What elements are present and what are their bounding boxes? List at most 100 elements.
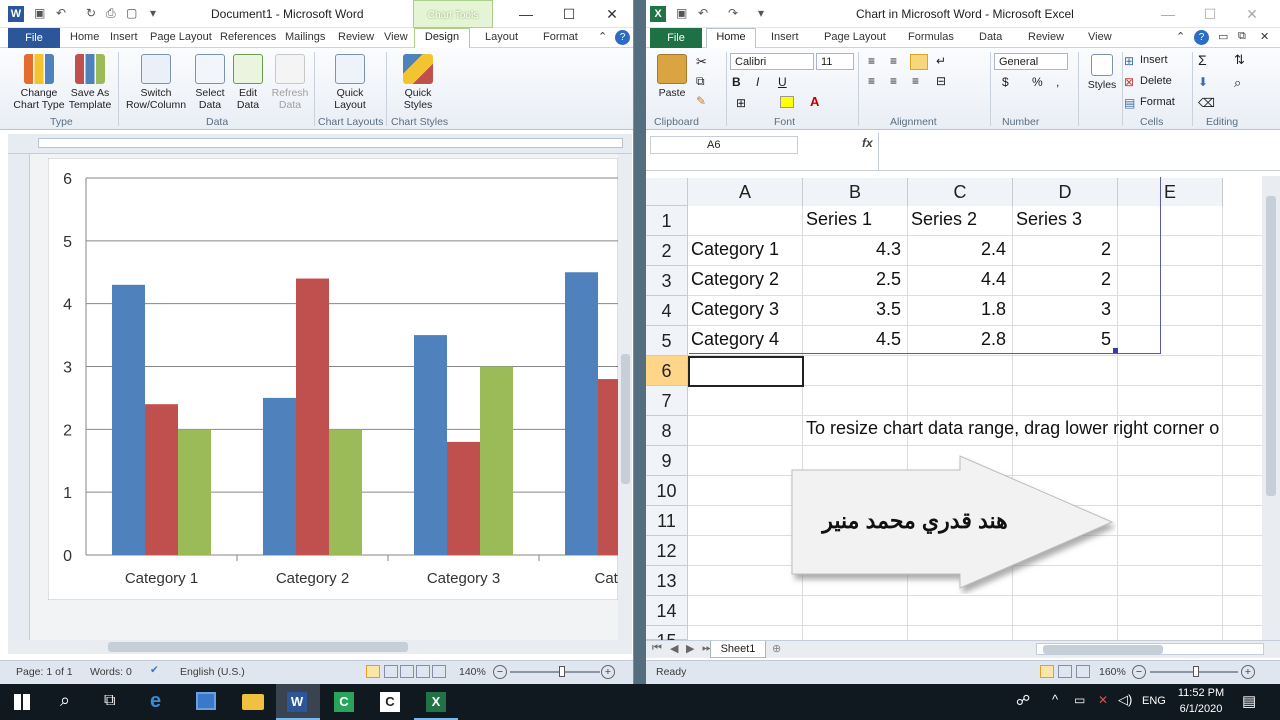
- cut-icon[interactable]: ✂: [696, 54, 707, 70]
- value-cell[interactable]: 4.4: [911, 269, 1006, 290]
- zoom-level[interactable]: 160%: [1099, 666, 1126, 678]
- tab-references[interactable]: References: [220, 31, 276, 43]
- horizontal-ruler[interactable]: [8, 134, 632, 154]
- row-header-14[interactable]: 14: [646, 596, 688, 626]
- language-indicator[interactable]: English (U.S.): [180, 666, 245, 678]
- insert-cells-button[interactable]: Insert: [1140, 54, 1168, 66]
- ribbon-collapse-icon[interactable]: ⌃: [598, 30, 607, 43]
- ribbon-collapse-icon[interactable]: ⌃: [1176, 30, 1185, 43]
- column-header-C[interactable]: C: [908, 178, 1013, 206]
- sort-filter-icon[interactable]: ⇅: [1234, 52, 1245, 68]
- switch-row-column-button[interactable]: Switch Row/Column: [122, 54, 190, 111]
- value-cell[interactable]: 4.5: [806, 329, 901, 350]
- vertical-scrollbar[interactable]: [618, 154, 632, 640]
- header-cell[interactable]: Series 2: [911, 209, 1008, 230]
- quick-layout-button[interactable]: Quick Layout: [324, 54, 376, 111]
- word-count[interactable]: Words: 0: [90, 666, 132, 678]
- recorder-icon[interactable]: C: [380, 692, 400, 712]
- scrollbar-thumb[interactable]: [1266, 196, 1276, 496]
- zoom-slider-thumb[interactable]: [1192, 666, 1199, 677]
- workbook-restore-icon[interactable]: ⧉: [1238, 30, 1246, 43]
- notifications-icon[interactable]: ▤: [1242, 692, 1256, 710]
- page-layout-view-icon[interactable]: [1058, 665, 1072, 678]
- row-header-2[interactable]: 2: [646, 236, 688, 266]
- excel-taskbar-button[interactable]: X: [414, 684, 458, 720]
- workbook-close-icon[interactable]: ✕: [1260, 30, 1269, 43]
- font-name-select[interactable]: Calibri: [730, 53, 814, 70]
- maximize-button[interactable]: ☐: [555, 3, 583, 25]
- range-resize-handle[interactable]: [1113, 348, 1118, 353]
- row-header-4[interactable]: 4: [646, 296, 688, 326]
- tab-page-layout[interactable]: Page Layout: [150, 31, 212, 43]
- row-header-15[interactable]: 15: [646, 626, 688, 651]
- row-header-6[interactable]: 6: [646, 356, 688, 386]
- edit-data-button[interactable]: Edit Data: [230, 54, 266, 111]
- print-layout-view-icon[interactable]: [366, 665, 380, 678]
- print-preview-icon[interactable]: ⎙: [106, 6, 116, 21]
- bold-button[interactable]: B: [732, 75, 741, 89]
- close-button[interactable]: ✕: [598, 3, 626, 25]
- file-tab[interactable]: File: [8, 28, 60, 48]
- network-icon[interactable]: ✕: [1098, 693, 1108, 707]
- value-cell[interactable]: 2.5: [806, 269, 901, 290]
- file-explorer-icon[interactable]: [242, 694, 264, 710]
- tab-view[interactable]: View: [384, 31, 408, 43]
- draft-view-icon[interactable]: [432, 665, 446, 678]
- tab-view[interactable]: View: [1088, 31, 1112, 43]
- file-tab[interactable]: File: [650, 28, 702, 48]
- value-cell[interactable]: 1.8: [911, 299, 1006, 320]
- borders-icon[interactable]: ⊞: [736, 96, 746, 110]
- save-as-template-button[interactable]: Save As Template: [66, 54, 114, 111]
- value-cell[interactable]: 2: [1016, 239, 1111, 260]
- zoom-level[interactable]: 140%: [459, 666, 486, 678]
- show-hidden-icons[interactable]: ^: [1052, 692, 1058, 707]
- sheet-nav-prev-icon[interactable]: ◀: [670, 642, 678, 655]
- row-header-10[interactable]: 10: [646, 476, 688, 506]
- customize-qat-icon[interactable]: ▾: [758, 6, 764, 20]
- task-view-icon[interactable]: ⧉: [104, 692, 115, 710]
- column-header-E[interactable]: E: [1118, 178, 1223, 206]
- volume-icon[interactable]: ◁): [1118, 692, 1132, 708]
- redo-icon[interactable]: ↷: [728, 6, 738, 20]
- horizontal-scrollbar[interactable]: [1036, 643, 1264, 655]
- tab-format[interactable]: Format: [543, 31, 578, 43]
- new-document-icon[interactable]: ▢: [126, 6, 137, 20]
- row-header-8[interactable]: 8: [646, 416, 688, 446]
- header-cell[interactable]: Series 3: [1016, 209, 1113, 230]
- align-center-icon[interactable]: ≡: [890, 74, 897, 88]
- format-cells-button[interactable]: Format: [1140, 96, 1175, 108]
- zoom-in-icon[interactable]: +: [601, 665, 615, 679]
- styles-button[interactable]: Styles: [1084, 54, 1120, 91]
- format-painter-icon[interactable]: ✎: [696, 94, 706, 108]
- find-select-icon[interactable]: ⌕: [1234, 75, 1241, 91]
- row-header-12[interactable]: 12: [646, 536, 688, 566]
- column-chart[interactable]: 0 1 2 3 4 5 6 Category 1 Category 2 Category 3 Cat…: [48, 158, 618, 600]
- percent-button[interactable]: %: [1032, 75, 1043, 89]
- wrap-text-icon[interactable]: ↵: [936, 54, 946, 68]
- zoom-slider-track[interactable]: [510, 666, 600, 677]
- row-header-7[interactable]: 7: [646, 386, 688, 416]
- zoom-out-icon[interactable]: −: [1132, 665, 1146, 679]
- minimize-button[interactable]: —: [1154, 3, 1182, 25]
- start-icon[interactable]: [14, 694, 30, 710]
- normal-view-icon[interactable]: [1040, 665, 1054, 678]
- word-taskbar-button[interactable]: W: [276, 684, 320, 720]
- word-app-icon[interactable]: W: [8, 6, 24, 22]
- select-data-button[interactable]: Select Data: [192, 54, 228, 111]
- tab-mailings[interactable]: Mailings: [285, 31, 325, 43]
- align-right-icon[interactable]: ≡: [912, 74, 919, 88]
- value-cell[interactable]: 5: [1016, 329, 1111, 350]
- clock-date[interactable]: 6/1/2020: [1176, 703, 1226, 715]
- tab-page-layout[interactable]: Page Layout: [824, 31, 886, 43]
- formula-input[interactable]: [878, 133, 1262, 171]
- insert-function-icon[interactable]: fx: [862, 136, 873, 150]
- store-icon[interactable]: [196, 692, 216, 710]
- edge-icon[interactable]: e: [150, 690, 161, 713]
- category-cell[interactable]: Category 1: [691, 239, 801, 260]
- tab-review[interactable]: Review: [1028, 31, 1064, 43]
- value-cell[interactable]: 4.3: [806, 239, 901, 260]
- align-top-icon[interactable]: ≡: [868, 54, 875, 68]
- row-header-3[interactable]: 3: [646, 266, 688, 296]
- undo-icon[interactable]: ↶: [698, 6, 708, 20]
- name-box[interactable]: A6: [650, 136, 798, 154]
